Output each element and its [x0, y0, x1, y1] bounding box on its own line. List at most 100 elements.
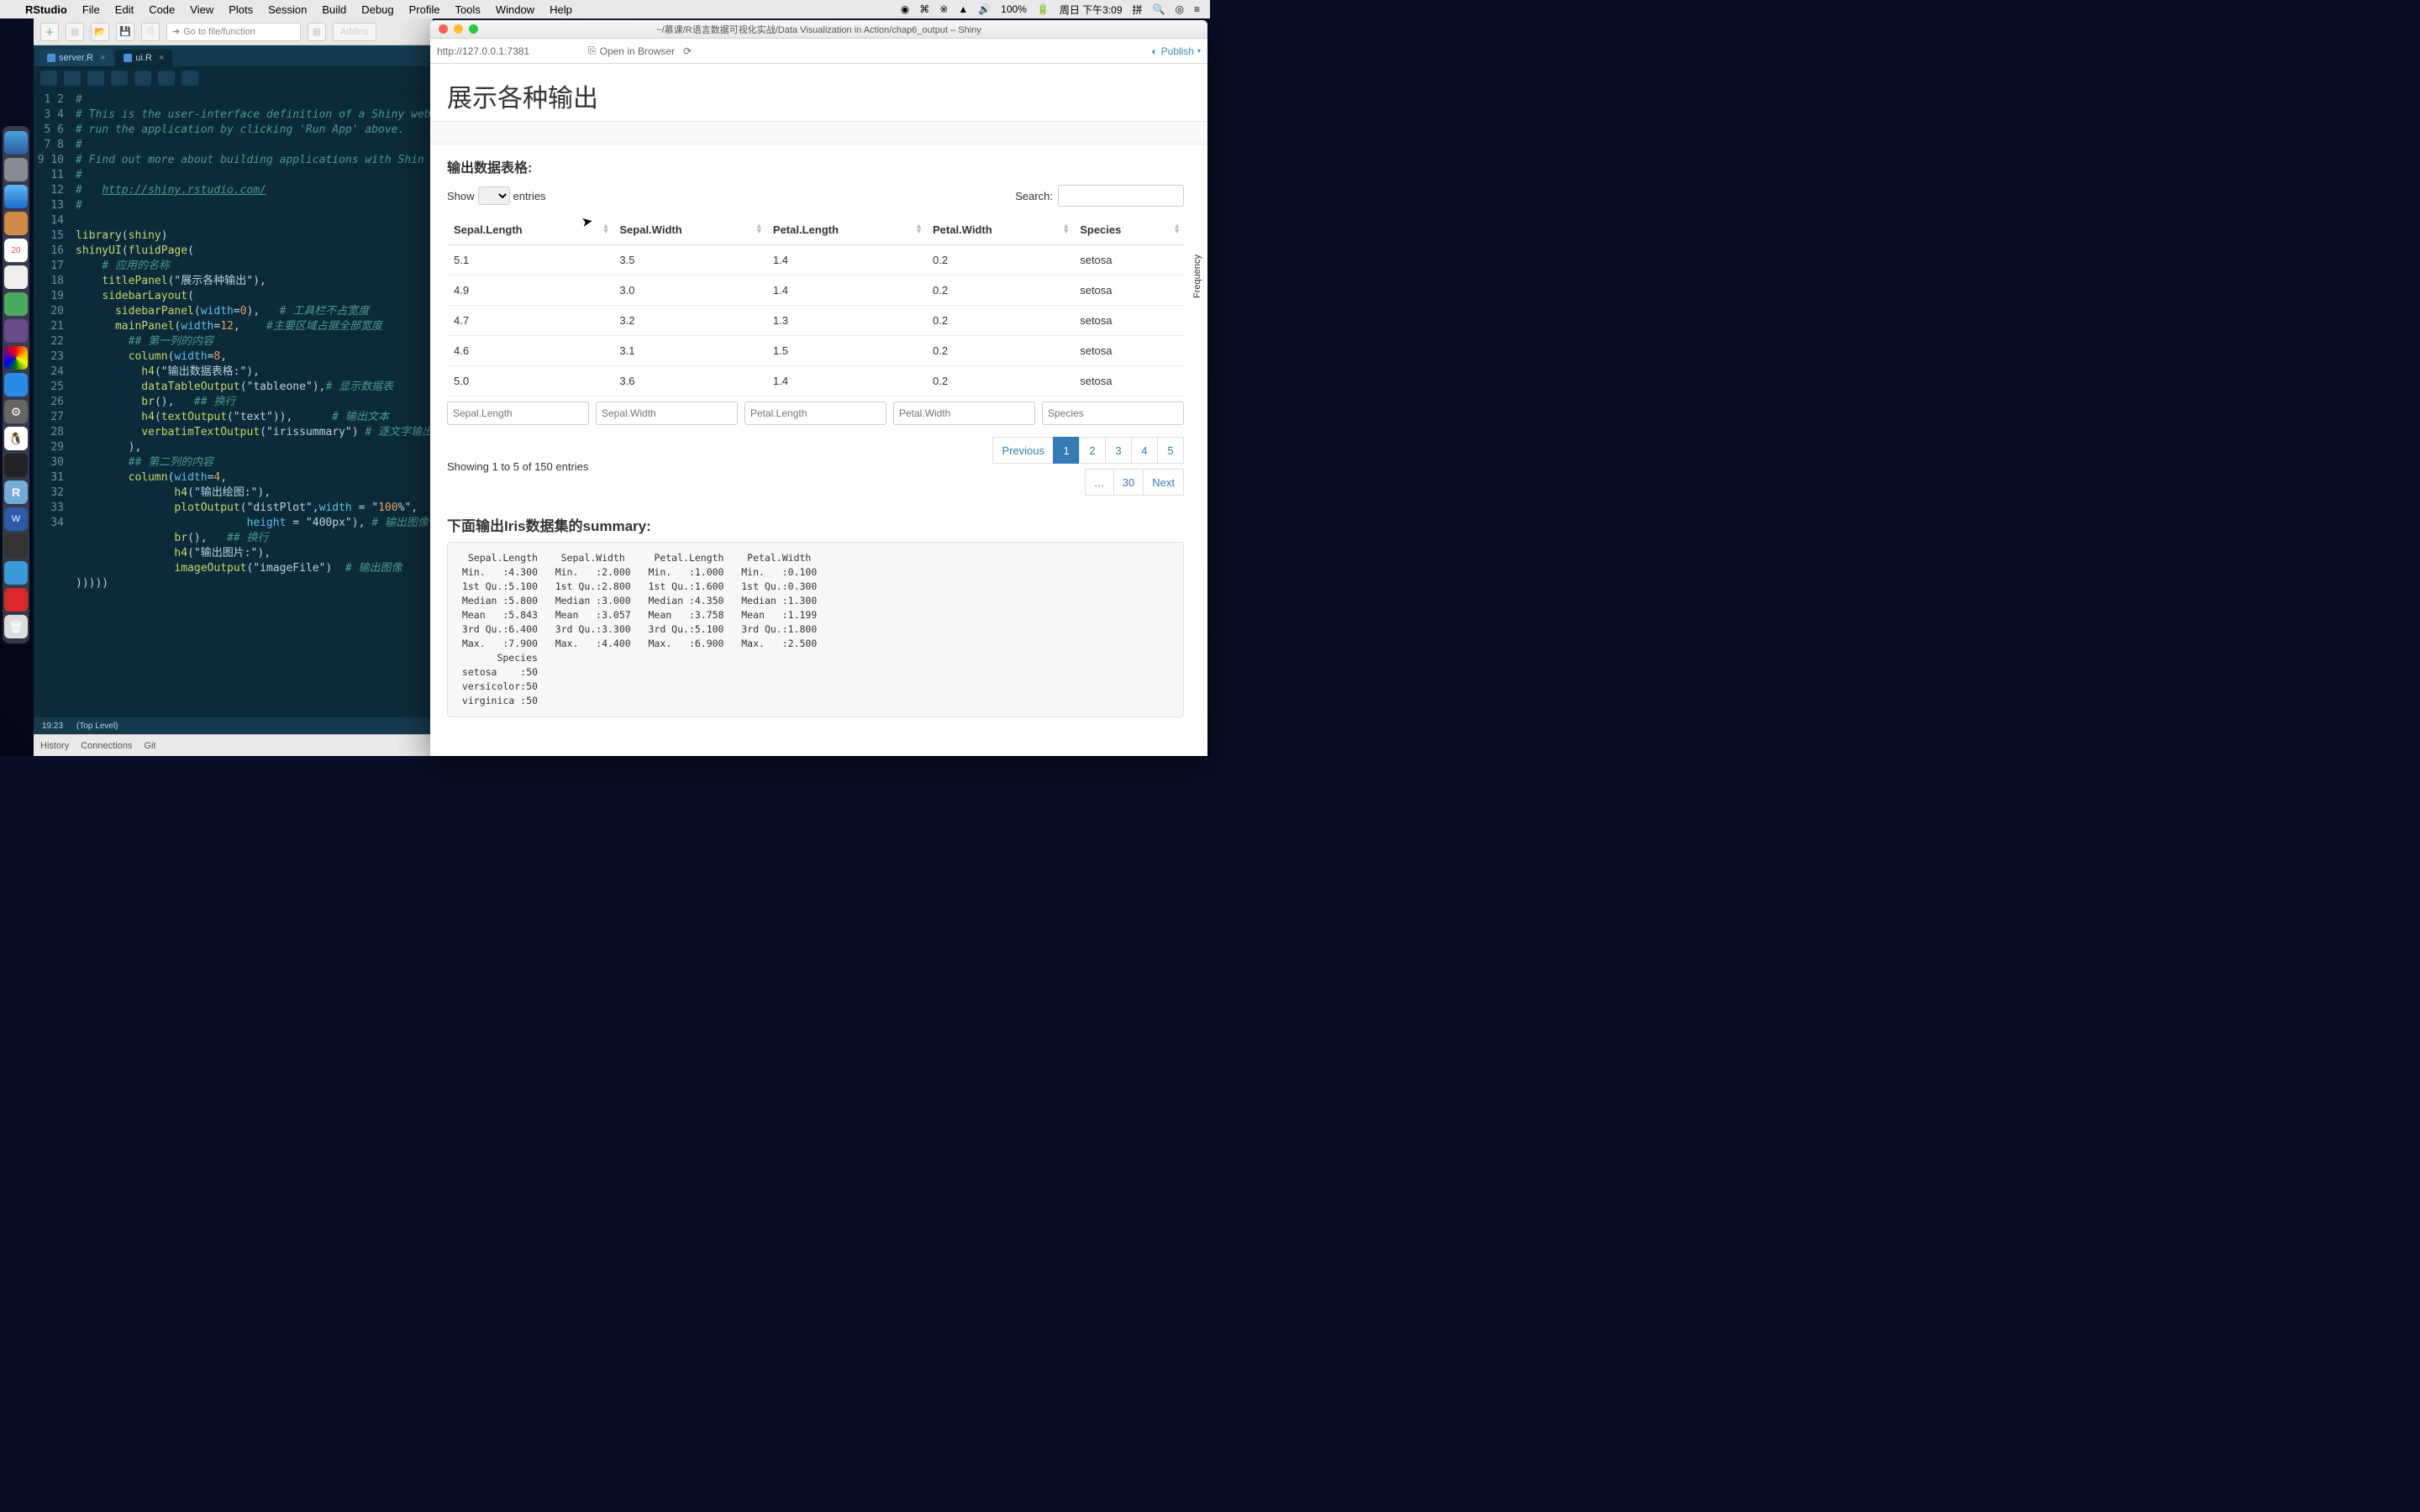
column-header[interactable]: Petal.Length▲▼ [766, 215, 926, 245]
new-project-button[interactable]: ▦ [66, 23, 84, 41]
dock-launchpad-icon[interactable] [4, 158, 28, 181]
page-prev-button[interactable]: Previous [992, 437, 1054, 464]
dock-appstore-icon[interactable] [4, 373, 28, 396]
column-filter-input[interactable] [744, 402, 886, 425]
zoom-window-button[interactable] [469, 24, 478, 34]
spotlight-icon[interactable]: 🔍 [1153, 3, 1165, 15]
print-button[interactable]: ⎙ [141, 23, 160, 41]
tools-button[interactable]: ▦ [308, 23, 326, 41]
menu-view[interactable]: View [190, 3, 213, 16]
page-number-button[interactable]: 30 [1113, 469, 1144, 496]
dock-app-icon[interactable] [4, 561, 28, 585]
dock-qq-icon[interactable]: 🐧 [4, 427, 28, 450]
scope-indicator[interactable]: (Top Level) [76, 722, 118, 731]
column-filter-input[interactable] [596, 402, 738, 425]
menu-build[interactable]: Build [322, 3, 346, 16]
reload-button[interactable]: ⟳ [683, 45, 692, 57]
url-field[interactable]: http://127.0.0.1:7381 [437, 45, 580, 57]
siri-icon[interactable]: ◎ [1176, 3, 1184, 15]
menu-session[interactable]: Session [268, 3, 307, 16]
menu-tools[interactable]: Tools [455, 3, 480, 16]
clock[interactable]: 周日 下午3:09 [1060, 3, 1123, 17]
column-filter-input[interactable] [893, 402, 1035, 425]
tab-connections[interactable]: Connections [81, 741, 132, 751]
dock-safari-icon[interactable] [4, 185, 28, 208]
dock-word-icon[interactable]: W [4, 507, 28, 531]
page-number-button[interactable]: 4 [1131, 437, 1158, 464]
close-icon[interactable]: × [159, 53, 164, 63]
input-source-icon[interactable]: 拼 [1133, 3, 1143, 17]
tab-ui[interactable]: ui.R × [115, 50, 172, 66]
page-length-select[interactable] [478, 186, 510, 205]
dock-acrobat-icon[interactable] [4, 588, 28, 612]
column-header[interactable]: Petal.Width▲▼ [926, 215, 1073, 245]
column-header[interactable]: Sepal.Width▲▼ [613, 215, 766, 245]
addins-button[interactable]: Addins [333, 23, 376, 41]
column-filter-input[interactable] [447, 402, 589, 425]
dock-preview-icon[interactable] [4, 265, 28, 289]
close-window-button[interactable] [439, 24, 448, 34]
page-next-button[interactable]: Next [1143, 469, 1184, 496]
open-in-browser-button[interactable]: ⎘ Open in Browser [588, 45, 675, 57]
battery-percent[interactable]: 100% [1001, 3, 1027, 15]
page-number-button[interactable]: 3 [1105, 437, 1132, 464]
dock-app-icon[interactable] [4, 212, 28, 235]
dock-app-icon[interactable] [4, 534, 28, 558]
menu-file[interactable]: File [82, 3, 100, 16]
page-number-button[interactable]: 1 [1053, 437, 1080, 464]
tab-history[interactable]: History [40, 741, 69, 751]
show-outline-button[interactable] [87, 71, 104, 86]
compile-button[interactable] [182, 71, 198, 86]
open-file-button[interactable]: 📂 [91, 23, 109, 41]
forward-button[interactable] [64, 71, 81, 86]
dock-trash-icon[interactable]: 🗑 [4, 615, 28, 638]
find-button[interactable] [134, 71, 151, 86]
menu-code[interactable]: Code [149, 3, 175, 16]
column-filter-input[interactable] [1042, 402, 1184, 425]
menu-window[interactable]: Window [496, 3, 534, 16]
dock-preferences-icon[interactable]: ⚙ [4, 400, 28, 423]
dock-app-icon[interactable] [4, 319, 28, 343]
menu-help[interactable]: Help [550, 3, 572, 16]
dock-calendar-icon[interactable]: 20 [4, 239, 28, 262]
back-button[interactable] [40, 71, 57, 86]
goto-file-input[interactable]: ➜ Go to file/function [166, 23, 301, 41]
table-row[interactable]: 4.73.21.30.2setosa [447, 306, 1184, 336]
publish-button[interactable]: ◐ Publish ▾ [1151, 45, 1201, 57]
new-file-button[interactable]: ＋ [40, 23, 59, 41]
search-input[interactable] [1058, 185, 1184, 207]
wand-button[interactable] [158, 71, 175, 86]
bluetooth-icon[interactable]: ※ [939, 3, 948, 15]
dock-app-icon[interactable] [4, 292, 28, 316]
dock-rstudio-icon[interactable]: R [4, 480, 28, 504]
tab-server[interactable]: server.R × [39, 50, 113, 66]
page-number-button[interactable]: 2 [1079, 437, 1106, 464]
status-icon[interactable]: ◉ [901, 3, 909, 15]
volume-icon[interactable]: 🔊 [978, 3, 991, 15]
menu-plots[interactable]: Plots [229, 3, 253, 16]
menu-profile[interactable]: Profile [409, 3, 440, 16]
dock-photos-icon[interactable] [4, 346, 28, 370]
menu-edit[interactable]: Edit [115, 3, 134, 16]
status-icon[interactable]: ⌘ [919, 3, 929, 15]
source-code[interactable]: # # This is the user-interface definitio… [71, 89, 433, 717]
dock-terminal-icon[interactable] [4, 454, 28, 477]
table-row[interactable]: 4.63.11.50.2setosa [447, 336, 1184, 366]
column-header[interactable]: Species▲▼ [1073, 215, 1184, 245]
close-icon[interactable]: × [100, 53, 105, 63]
table-row[interactable]: 4.93.01.40.2setosa [447, 276, 1184, 306]
save-all-button[interactable]: 💾 [116, 23, 134, 41]
notification-center-icon[interactable]: ≡ [1194, 3, 1200, 15]
app-name[interactable]: RStudio [25, 3, 67, 16]
tab-git[interactable]: Git [144, 741, 155, 751]
minimize-window-button[interactable] [454, 24, 463, 34]
table-row[interactable]: 5.03.61.40.2setosa [447, 366, 1184, 396]
menu-debug[interactable]: Debug [361, 3, 393, 16]
dock-finder-icon[interactable] [4, 131, 28, 155]
wifi-icon[interactable]: ▲ [958, 3, 968, 15]
source-editor[interactable]: 1 2 3 4 5 6 7 8 9 10 11 12 13 14 15 16 1… [34, 89, 433, 717]
save-button[interactable] [111, 71, 128, 86]
page-number-button[interactable]: 5 [1157, 437, 1184, 464]
table-row[interactable]: 5.13.51.40.2setosa [447, 245, 1184, 276]
window-titlebar[interactable]: ~/慕课/R语言数据可视化实战/Data Visualization in Ac… [430, 20, 1207, 39]
